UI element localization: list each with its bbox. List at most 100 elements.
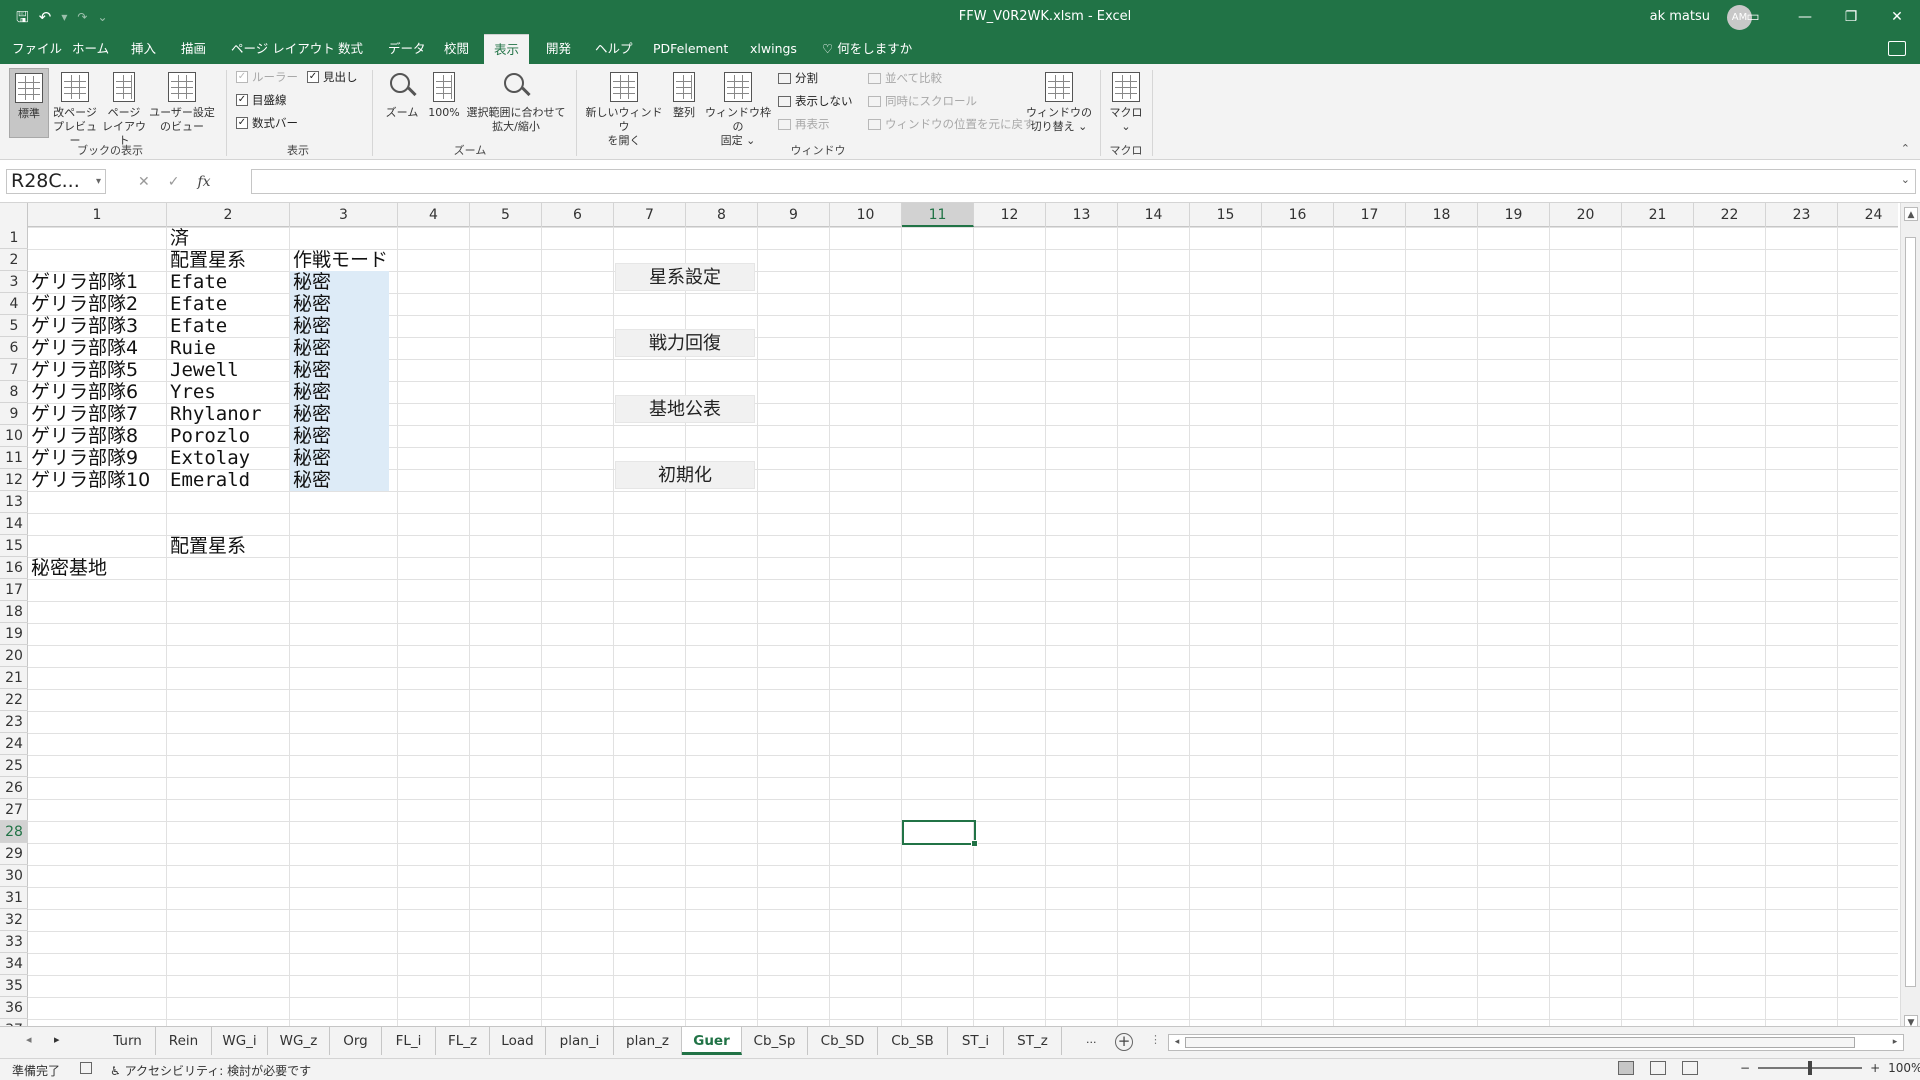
column-header-22[interactable]: 22 — [1694, 203, 1766, 227]
column-header-10[interactable]: 10 — [830, 203, 902, 227]
cell-unit-name[interactable]: ゲリラ部隊6 — [28, 381, 138, 403]
row-header-30[interactable]: 30 — [0, 865, 28, 887]
column-header-8[interactable]: 8 — [686, 203, 758, 227]
zoom-level[interactable]: 100% — [1888, 1061, 1920, 1075]
row-header-36[interactable]: 36 — [0, 997, 28, 1019]
active-cell[interactable] — [902, 820, 978, 847]
sheet-tab-turn[interactable]: Turn — [100, 1027, 156, 1055]
normal-view-button[interactable]: 標準 — [9, 68, 49, 138]
row-header-37[interactable]: 37 — [0, 1019, 28, 1026]
column-header-1[interactable]: 1 — [28, 203, 167, 227]
sheet-tab-load[interactable]: Load — [490, 1027, 546, 1055]
tab-file[interactable]: ファイル — [12, 34, 62, 64]
sheet-tab-cb-sb[interactable]: Cb_SB — [878, 1027, 948, 1055]
insert-function-icon[interactable]: fx — [197, 174, 210, 190]
tab-developer[interactable]: 開発 — [546, 34, 571, 64]
tab-home[interactable]: ホーム — [72, 34, 109, 64]
row-header-9[interactable]: 9 — [0, 403, 28, 425]
cell-unit-name[interactable]: ゲリラ部隊7 — [28, 403, 138, 425]
sheet-tab-cb-sp[interactable]: Cb_Sp — [742, 1027, 808, 1055]
scroll-up-icon[interactable]: ▲ — [1904, 207, 1918, 221]
cell-unit-name[interactable]: ゲリラ部隊8 — [28, 425, 138, 447]
cell-unit-name[interactable]: ゲリラ部隊3 — [28, 315, 138, 337]
cell-unit-name[interactable]: ゲリラ部隊9 — [28, 447, 138, 469]
cell-unit-mode[interactable]: 秘密 — [290, 359, 331, 381]
column-header-12[interactable]: 12 — [974, 203, 1046, 227]
sheet-tab-fl-z[interactable]: FL_z — [436, 1027, 490, 1055]
cell-unit-name[interactable]: ゲリラ部隊1 — [28, 271, 138, 293]
cell-unit-system[interactable]: Jewell — [167, 359, 239, 381]
cell-unit-name[interactable]: ゲリラ部隊2 — [28, 293, 138, 315]
column-header-3[interactable]: 3 — [290, 203, 398, 227]
tab-xlwings[interactable]: xlwings — [750, 34, 797, 64]
row-header-19[interactable]: 19 — [0, 623, 28, 645]
row-header-29[interactable]: 29 — [0, 843, 28, 865]
cell-unit-system[interactable]: Emerald — [167, 469, 250, 491]
horizontal-scrollbar[interactable]: ◂ ▸ — [1168, 1034, 1904, 1051]
zoom-slider[interactable] — [1758, 1061, 1863, 1075]
row-header-5[interactable]: 5 — [0, 315, 28, 337]
column-header-20[interactable]: 20 — [1550, 203, 1622, 227]
restore-icon[interactable]: ❐ — [1828, 0, 1874, 34]
column-header-9[interactable]: 9 — [758, 203, 830, 227]
cell-unit-mode[interactable]: 秘密 — [290, 403, 331, 425]
row-header-21[interactable]: 21 — [0, 667, 28, 689]
cell-unit-system[interactable]: Porozlo — [167, 425, 250, 447]
row-header-24[interactable]: 24 — [0, 733, 28, 755]
cell-unit-mode[interactable]: 秘密 — [290, 315, 331, 337]
column-header-21[interactable]: 21 — [1622, 203, 1694, 227]
publish-base-button[interactable]: 基地公表 — [615, 395, 755, 423]
row-header-34[interactable]: 34 — [0, 953, 28, 975]
column-header-13[interactable]: 13 — [1046, 203, 1118, 227]
cell-unit-mode[interactable]: 秘密 — [290, 381, 331, 403]
cell-area[interactable]: 済 配置星系 作戦モード ゲリラ部隊1 Efate 秘密 ゲリラ部隊2 Efate 秘密ゲ… — [28, 227, 1910, 1026]
row-header-10[interactable]: 10 — [0, 425, 28, 447]
row-header-16[interactable]: 16 — [0, 557, 28, 579]
tab-draw[interactable]: 描画 — [181, 34, 206, 64]
cell-unit-system[interactable]: Extolay — [167, 447, 250, 469]
ribbon-display-options-icon[interactable]: ▭ — [1730, 0, 1776, 34]
column-header-23[interactable]: 23 — [1766, 203, 1838, 227]
cell-unit-name[interactable]: ゲリラ部隊4 — [28, 337, 138, 359]
sheet-tab-plan-z[interactable]: plan_z — [614, 1027, 682, 1055]
tab-view[interactable]: 表示 — [484, 34, 530, 64]
cell-unit-name[interactable]: ゲリラ部隊5 — [28, 359, 138, 381]
sheet-tab-st-i[interactable]: ST_i — [948, 1027, 1004, 1055]
sheet-tab-st-z[interactable]: ST_z — [1004, 1027, 1062, 1055]
tab-page-layout[interactable]: ページ レイアウト — [231, 34, 335, 64]
sheet-tab-guer[interactable]: Guer — [682, 1027, 742, 1055]
row-header-20[interactable]: 20 — [0, 645, 28, 667]
cell-unit-system[interactable]: Rhylanor — [167, 403, 262, 425]
hide-window-button[interactable]: 表示しない — [778, 93, 853, 109]
vertical-scroll-thumb[interactable] — [1905, 237, 1916, 987]
tab-pdfelement[interactable]: PDFelement — [653, 34, 728, 64]
cell-unit-name[interactable]: ゲリラ部隊10 — [28, 469, 150, 491]
cell-unit-system[interactable]: Efate — [167, 315, 227, 337]
row-header-2[interactable]: 2 — [0, 249, 28, 271]
column-header-11[interactable]: 11 — [902, 203, 974, 227]
row-header-4[interactable]: 4 — [0, 293, 28, 315]
gridlines-checkbox[interactable]: ✓ 目盛線 — [236, 92, 287, 108]
column-header-6[interactable]: 6 — [542, 203, 614, 227]
row-header-23[interactable]: 23 — [0, 711, 28, 733]
row-header-22[interactable]: 22 — [0, 689, 28, 711]
column-header-7[interactable]: 7 — [614, 203, 686, 227]
column-header-18[interactable]: 18 — [1406, 203, 1478, 227]
row-header-31[interactable]: 31 — [0, 887, 28, 909]
cell-unit-mode[interactable]: 秘密 — [290, 447, 331, 469]
cell-unit-system[interactable]: Yres — [167, 381, 216, 403]
recover-strength-button[interactable]: 戦力回復 — [615, 329, 755, 357]
cell-r16c1[interactable]: 秘密基地 — [28, 557, 107, 579]
cell-r1c2[interactable]: 済 — [167, 227, 189, 249]
row-header-25[interactable]: 25 — [0, 755, 28, 777]
tab-help[interactable]: ヘルプ — [595, 34, 633, 64]
arrange-all-button[interactable]: 整列 — [666, 72, 702, 120]
sheet-tab-plan-i[interactable]: plan_i — [546, 1027, 614, 1055]
tab-data[interactable]: データ — [388, 34, 426, 64]
macros-button[interactable]: マクロ ⌄ — [1106, 72, 1146, 134]
normal-view-icon[interactable] — [1618, 1061, 1634, 1075]
sheet-tab-cb-sd[interactable]: Cb_SD — [808, 1027, 878, 1055]
sheet-tab-wg-z[interactable]: WG_z — [268, 1027, 330, 1055]
cell-unit-mode[interactable]: 秘密 — [290, 425, 331, 447]
scroll-down-icon[interactable]: ▼ — [1904, 1015, 1918, 1026]
